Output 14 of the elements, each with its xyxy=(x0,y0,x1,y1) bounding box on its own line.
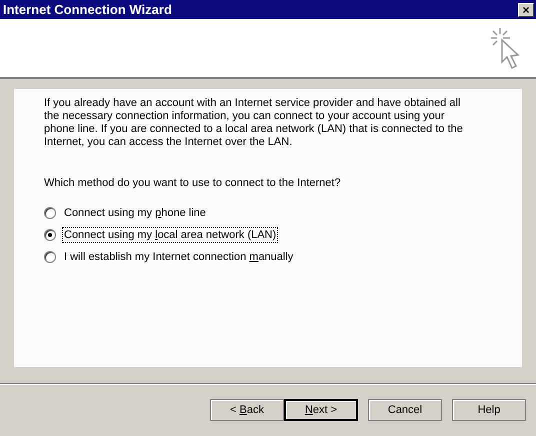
close-button[interactable]: × xyxy=(518,2,534,16)
radio-button[interactable] xyxy=(44,229,56,241)
wizard-button[interactable]: Help xyxy=(452,399,526,421)
question-text: Which method do you want to use to connect to the Internet? xyxy=(44,177,342,189)
radio-button[interactable] xyxy=(44,207,56,219)
option-label[interactable]: Connect using my phone line xyxy=(62,205,208,221)
radio-button[interactable] xyxy=(44,251,56,263)
wizard-button[interactable]: Cancel xyxy=(368,399,442,421)
wizard-button[interactable]: < Back xyxy=(210,399,284,421)
wizard-button[interactable]: Next > xyxy=(284,399,358,421)
intro-text: If you already have an account with an Internet service provider and have obtained all the necessary connection information, you can connect to your account using your phone line. If you are connected to a local area network (LAN) that is connected to the Internet, you can access the Internet over the LAN. xyxy=(44,97,464,149)
option-label[interactable]: I will establish my Internet connection manually xyxy=(62,249,296,265)
window-title: Internet Connection Wizard xyxy=(3,2,172,17)
option-label[interactable]: Connect using my local area network (LAN) xyxy=(62,227,278,243)
